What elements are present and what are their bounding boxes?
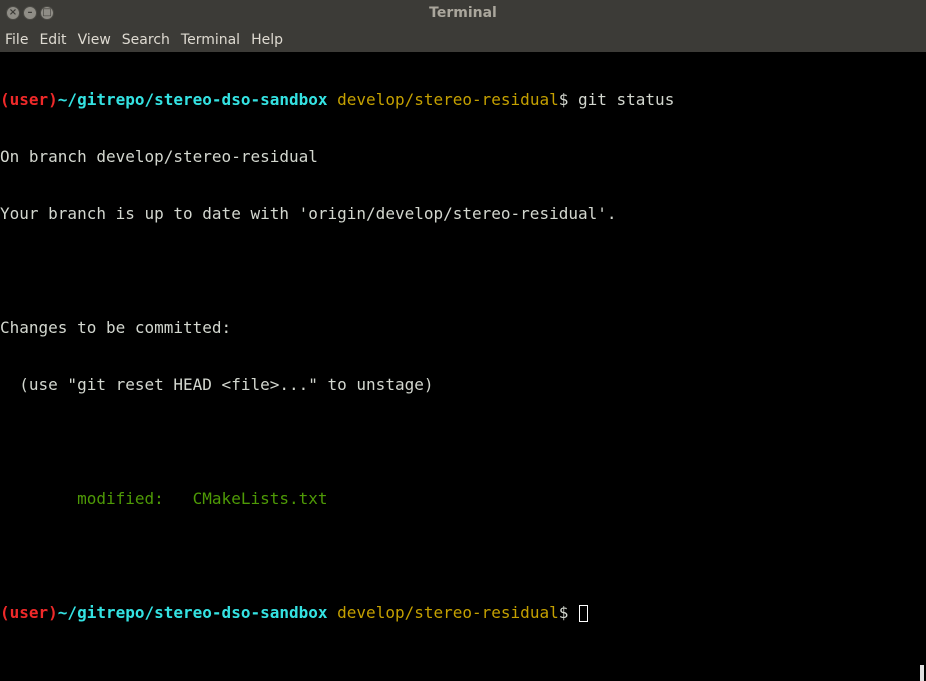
menu-terminal[interactable]: Terminal: [175, 28, 245, 52]
menu-edit[interactable]: Edit: [33, 28, 71, 52]
terminal-output[interactable]: (user)~/gitrepo/stereo-dso-sandbox devel…: [0, 52, 918, 681]
menu-bar: File Edit View Search Terminal Help: [0, 28, 926, 52]
menu-help[interactable]: Help: [245, 28, 288, 52]
prompt-symbol: $: [558, 90, 569, 109]
prompt-symbol: $: [558, 603, 569, 622]
prompt-user: (user): [0, 603, 58, 622]
menu-file[interactable]: File: [0, 28, 33, 52]
title-bar[interactable]: × – □ Terminal: [0, 0, 926, 28]
active-prompt-line: (user)~/gitrepo/stereo-dso-sandbox devel…: [0, 603, 918, 622]
prompt-branch: develop/stereo-residual: [337, 90, 559, 109]
prompt-user: (user): [0, 90, 58, 109]
cursor[interactable]: [579, 605, 588, 622]
menu-view[interactable]: View: [72, 28, 116, 52]
output-line: (use "git reset HEAD <file>..." to unsta…: [0, 375, 434, 394]
prompt-line: (user)~/gitrepo/stereo-dso-sandbox devel…: [0, 90, 918, 109]
modified-file-line: modified: CMakeLists.txt: [0, 489, 328, 508]
prompt-path: ~/gitrepo/stereo-dso-sandbox: [57, 603, 328, 622]
scrollbar[interactable]: [918, 52, 926, 681]
output-line: Changes to be committed:: [0, 318, 232, 337]
prompt-branch: develop/stereo-residual: [337, 603, 559, 622]
command-text: git status: [568, 90, 675, 109]
output-line: On branch develop/stereo-residual: [0, 147, 318, 166]
output-line: Your branch is up to date with 'origin/d…: [0, 204, 617, 223]
terminal-window: × – □ Terminal File Edit View Search Ter…: [0, 0, 926, 681]
window-title: Terminal: [429, 5, 497, 21]
menu-search[interactable]: Search: [116, 28, 175, 52]
scrollbar-thumb[interactable]: [920, 665, 924, 681]
prompt-path: ~/gitrepo/stereo-dso-sandbox: [57, 90, 328, 109]
